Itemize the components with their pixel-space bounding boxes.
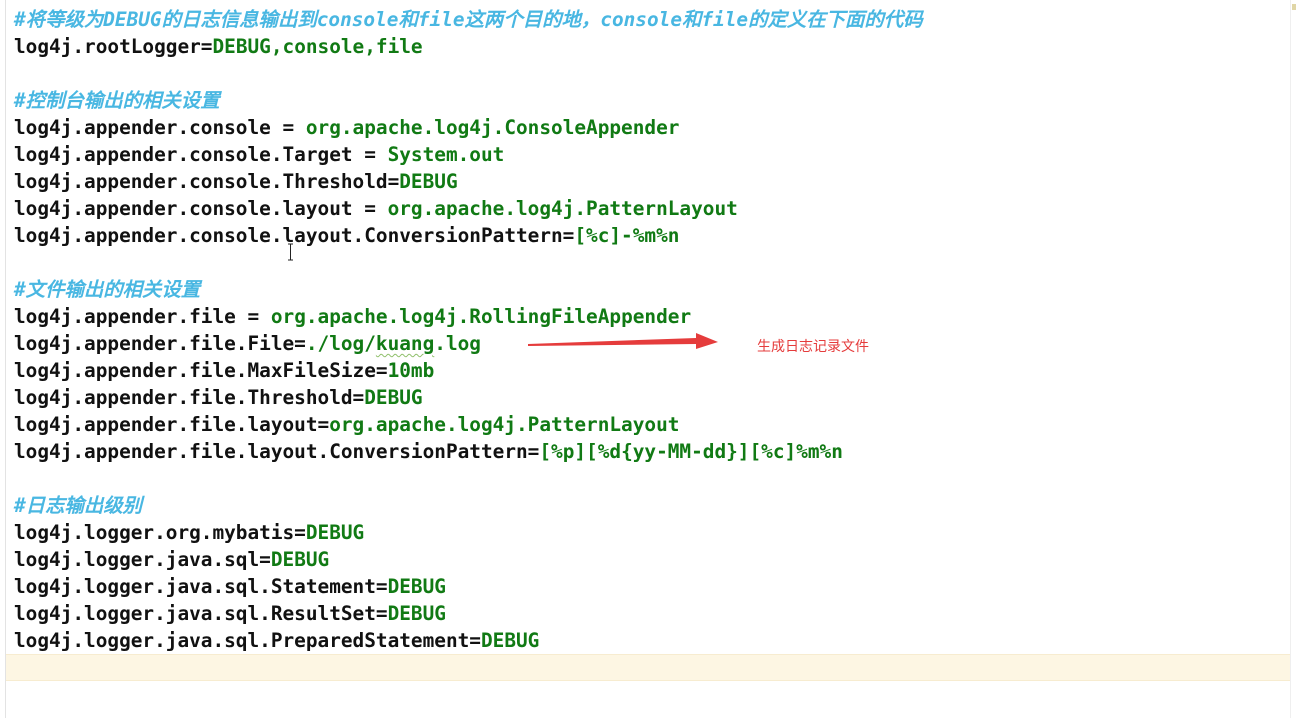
property-value: org.apache.log4j.RollingFileAppender bbox=[270, 305, 692, 328]
comment-text: #控制台输出的相关设置 bbox=[14, 89, 220, 112]
property-value: DEBUG bbox=[270, 548, 330, 571]
property-value: .log bbox=[434, 332, 481, 355]
property-value: [%p][%d{yy-MM-dd}][%c]%m%n bbox=[539, 440, 843, 463]
property-value: kuang bbox=[375, 332, 435, 355]
property-key: log4j.logger.java.sql.Statement= bbox=[14, 575, 388, 598]
property-key: log4j.appender.file.layout.ConversionPat… bbox=[14, 440, 540, 463]
code-line[interactable]: log4j.logger.java.sql.ResultSet=DEBUG bbox=[14, 600, 1297, 627]
code-line[interactable]: log4j.appender.file = org.apache.log4j.R… bbox=[14, 303, 1297, 330]
code-line[interactable]: #控制台输出的相关设置 bbox=[14, 87, 1297, 114]
code-line[interactable] bbox=[14, 249, 1297, 276]
property-key: log4j.appender.file.MaxFileSize= bbox=[14, 359, 388, 382]
property-key: log4j.appender.file.File= bbox=[14, 332, 306, 355]
code-line[interactable]: log4j.appender.file.MaxFileSize=10mb bbox=[14, 357, 1297, 384]
property-value: DEBUG bbox=[387, 575, 446, 598]
code-line[interactable]: log4j.appender.file.Threshold=DEBUG bbox=[14, 384, 1297, 411]
property-key: log4j.appender.file = bbox=[14, 305, 271, 328]
comment-text: #日志输出级别 bbox=[14, 494, 143, 517]
code-line[interactable]: log4j.appender.console = org.apache.log4… bbox=[14, 114, 1297, 141]
comment-text: #文件输出的相关设置 bbox=[14, 278, 201, 301]
code-line[interactable] bbox=[14, 465, 1297, 492]
code-line[interactable]: log4j.appender.console.layout = org.apac… bbox=[14, 195, 1297, 222]
property-key: log4j.logger.java.sql.PreparedStatement= bbox=[14, 629, 481, 652]
property-value: DEBUG bbox=[364, 386, 423, 409]
code-line[interactable]: #文件输出的相关设置 bbox=[14, 276, 1297, 303]
property-value: [%c]-%m%n bbox=[574, 224, 680, 247]
code-editor[interactable]: #将等级为DEBUG的日志信息输出到console和file这两个目的地，con… bbox=[0, 0, 1297, 718]
red-arrow-icon bbox=[528, 333, 718, 349]
code-line[interactable]: log4j.logger.org.mybatis=DEBUG bbox=[14, 519, 1297, 546]
property-value: DEBUG bbox=[480, 629, 540, 652]
property-key: log4j.appender.file.Threshold= bbox=[14, 386, 365, 409]
code-line[interactable]: log4j.appender.console.Target = System.o… bbox=[14, 141, 1297, 168]
code-line[interactable] bbox=[14, 654, 1297, 681]
property-key: log4j.appender.console.Target = bbox=[14, 143, 388, 166]
property-value: ./log/ bbox=[305, 332, 376, 355]
property-value: DEBUG bbox=[399, 170, 458, 193]
annotation-label: 生成日志记录文件 bbox=[757, 339, 869, 355]
property-key: log4j.logger.org.mybatis= bbox=[14, 521, 306, 544]
code-line[interactable]: log4j.appender.console.Threshold=DEBUG bbox=[14, 168, 1297, 195]
code-line[interactable]: log4j.appender.console.layout.Conversion… bbox=[14, 222, 1297, 249]
property-value: org.apache.log4j.PatternLayout bbox=[387, 197, 738, 220]
code-line[interactable]: #将等级为DEBUG的日志信息输出到console和file这两个目的地，con… bbox=[14, 6, 1297, 33]
gutter-divider bbox=[5, 0, 6, 718]
scrollbar-track[interactable] bbox=[1290, 0, 1297, 718]
code-line[interactable]: log4j.logger.java.sql.PreparedStatement=… bbox=[14, 627, 1297, 654]
code-line[interactable] bbox=[14, 60, 1297, 87]
code-line[interactable]: #日志输出级别 bbox=[14, 492, 1297, 519]
code-line[interactable]: log4j.logger.java.sql.Statement=DEBUG bbox=[14, 573, 1297, 600]
property-key: log4j.appender.file.layout= bbox=[14, 413, 330, 436]
property-value: DEBUG bbox=[305, 521, 365, 544]
property-key: log4j.logger.java.sql.ResultSet= bbox=[14, 602, 388, 625]
property-value: System.out bbox=[387, 143, 505, 166]
code-line[interactable]: log4j.appender.file.layout=org.apache.lo… bbox=[14, 411, 1297, 438]
property-key: log4j.logger.java.sql= bbox=[14, 548, 271, 571]
property-value: org.apache.log4j.ConsoleAppender bbox=[305, 116, 680, 139]
property-key: log4j.rootLogger= bbox=[14, 35, 213, 58]
property-key: log4j.appender.console.layout = bbox=[14, 197, 388, 220]
scroll-marker bbox=[1292, 4, 1296, 10]
property-value: 10mb bbox=[387, 359, 435, 382]
property-key: log4j.appender.console = bbox=[14, 116, 306, 139]
code-line[interactable]: log4j.appender.file.layout.ConversionPat… bbox=[14, 438, 1297, 465]
property-value: DEBUG bbox=[387, 602, 446, 625]
code-line[interactable]: log4j.rootLogger=DEBUG,console,file bbox=[14, 33, 1297, 60]
property-value: DEBUG,console,file bbox=[212, 35, 423, 58]
property-key: log4j.appender.console.Threshold= bbox=[14, 170, 400, 193]
comment-text: #将等级为DEBUG的日志信息输出到console和file这两个目的地，con… bbox=[14, 8, 923, 31]
property-value: org.apache.log4j.PatternLayout bbox=[329, 413, 680, 436]
code-line[interactable]: log4j.logger.java.sql=DEBUG bbox=[14, 546, 1297, 573]
text-cursor-icon bbox=[288, 243, 293, 261]
